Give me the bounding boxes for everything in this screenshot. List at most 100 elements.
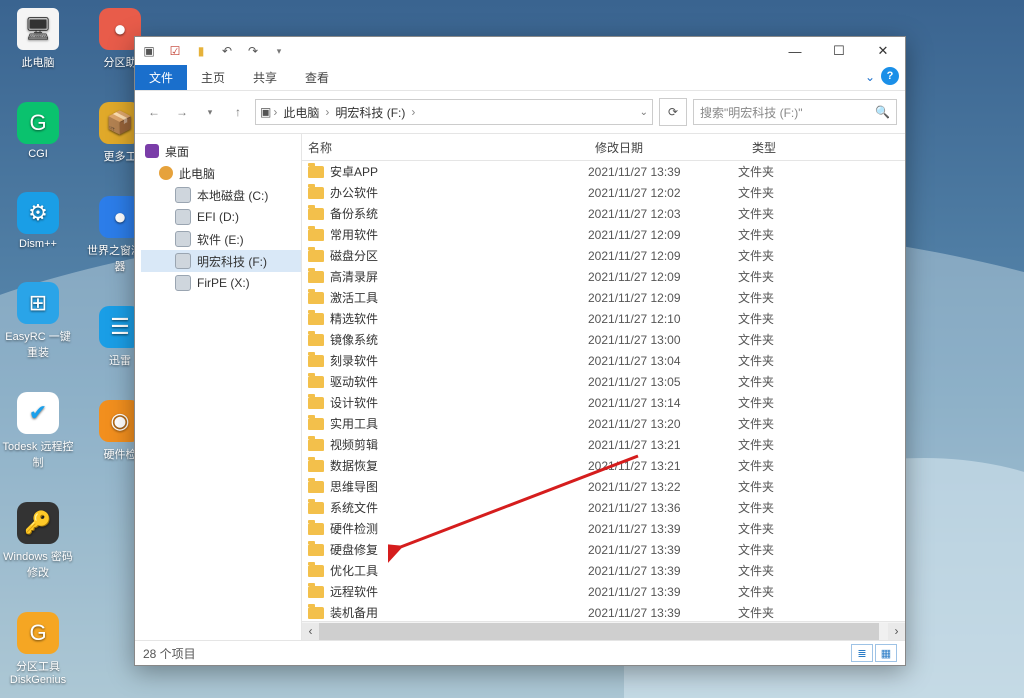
col-name[interactable]: 名称 <box>308 139 595 156</box>
folder-row[interactable]: 硬盘修复2021/11/27 13:39文件夹 <box>302 539 905 560</box>
scroll-left-icon[interactable]: ‹ <box>302 623 319 640</box>
folder-row[interactable]: 设计软件2021/11/27 13:14文件夹 <box>302 392 905 413</box>
desktop-icon[interactable]: ⊞EasyRC 一键重装 <box>0 282 76 360</box>
ribbon-collapse-icon[interactable]: ⌄ <box>865 70 875 84</box>
desktop-icon[interactable]: G分区工具 DiskGenius <box>0 612 76 686</box>
folder-row[interactable]: 高清录屏2021/11/27 12:09文件夹 <box>302 266 905 287</box>
tree-drive[interactable]: 本地磁盘 (C:) <box>141 184 301 206</box>
breadcrumb-root[interactable]: 此电脑 <box>279 102 323 123</box>
horizontal-scrollbar[interactable]: ‹ › <box>302 621 905 640</box>
qat-newfolder-icon[interactable]: ▮ <box>193 43 209 59</box>
scroll-thumb[interactable] <box>319 623 879 640</box>
folder-row[interactable]: 实用工具2021/11/27 13:20文件夹 <box>302 413 905 434</box>
folder-type: 文件夹 <box>738 247 774 264</box>
nav-tree[interactable]: 桌面 此电脑 本地磁盘 (C:)EFI (D:)软件 (E:) 明宏科技 (F:)… <box>135 134 302 640</box>
folder-type: 文件夹 <box>738 352 774 369</box>
folder-date: 2021/11/27 13:39 <box>588 585 738 599</box>
title-bar[interactable]: ▣ ☑ ▮ ↶ ↷ ▾ — ☐ ✕ <box>135 37 905 65</box>
nav-up-button[interactable]: ↑ <box>227 101 249 123</box>
folder-type: 文件夹 <box>738 520 774 537</box>
breadcrumb[interactable]: ▣ › 此电脑 › 明宏科技 (F:) › ⌄ <box>255 99 653 125</box>
folder-row[interactable]: 思维导图2021/11/27 13:22文件夹 <box>302 476 905 497</box>
folder-type: 文件夹 <box>738 436 774 453</box>
qat-properties-icon[interactable]: ☑ <box>167 43 183 59</box>
folder-row[interactable]: 优化工具2021/11/27 13:39文件夹 <box>302 560 905 581</box>
folder-row[interactable]: 安卓APP2021/11/27 13:39文件夹 <box>302 161 905 182</box>
folder-row[interactable]: 刻录软件2021/11/27 13:04文件夹 <box>302 350 905 371</box>
folder-icon <box>308 271 324 283</box>
folder-row[interactable]: 备份系统2021/11/27 12:03文件夹 <box>302 203 905 224</box>
breadcrumb-drive[interactable]: 明宏科技 (F:) <box>331 102 409 123</box>
tab-share[interactable]: 共享 <box>239 65 291 90</box>
desktop-icon[interactable]: GCGI <box>0 102 76 160</box>
drive-label: 明宏科技 (F:) <box>197 253 267 270</box>
folder-row[interactable]: 镜像系统2021/11/27 13:00文件夹 <box>302 329 905 350</box>
folder-icon <box>308 166 324 178</box>
tree-drive[interactable]: FirPE (X:) <box>141 272 301 294</box>
desktop-icon[interactable]: ⚙Dism++ <box>0 192 76 250</box>
folder-icon <box>308 502 324 514</box>
folder-icon <box>308 292 324 304</box>
col-date[interactable]: 修改日期 <box>595 139 752 156</box>
close-button[interactable]: ✕ <box>861 37 905 65</box>
folder-row[interactable]: 精选软件2021/11/27 12:10文件夹 <box>302 308 905 329</box>
file-explorer-window: ▣ ☑ ▮ ↶ ↷ ▾ — ☐ ✕ 文件 主页 共享 查看 ⌄ ? ← → ▾ <box>134 36 906 666</box>
nav-history-dropdown[interactable]: ▾ <box>199 101 221 123</box>
folder-name: 激活工具 <box>330 289 588 306</box>
folder-name: 备份系统 <box>330 205 588 222</box>
folder-name: 刻录软件 <box>330 352 588 369</box>
folder-date: 2021/11/27 13:39 <box>588 165 738 179</box>
drive-icon <box>175 275 191 291</box>
tab-file[interactable]: 文件 <box>135 65 187 90</box>
folder-type: 文件夹 <box>738 184 774 201</box>
refresh-button[interactable]: ⟳ <box>659 98 687 126</box>
tab-view[interactable]: 查看 <box>291 65 343 90</box>
desktop-icon[interactable]: ✔Todesk 远程控制 <box>0 392 76 470</box>
folder-row[interactable]: 数据恢复2021/11/27 13:21文件夹 <box>302 455 905 476</box>
minimize-button[interactable]: — <box>773 37 817 65</box>
folder-icon <box>308 523 324 535</box>
folder-row[interactable]: 远程软件2021/11/27 13:39文件夹 <box>302 581 905 602</box>
column-headers[interactable]: 名称 修改日期 类型 <box>302 134 905 161</box>
tree-desktop[interactable]: 桌面 <box>141 140 301 162</box>
drive-label: FirPE (X:) <box>197 276 250 290</box>
folder-row[interactable]: 办公软件2021/11/27 12:02文件夹 <box>302 182 905 203</box>
nav-forward-button[interactable]: → <box>171 101 193 123</box>
folder-row[interactable]: 驱动软件2021/11/27 13:05文件夹 <box>302 371 905 392</box>
nav-back-button[interactable]: ← <box>143 101 165 123</box>
folder-row[interactable]: 系统文件2021/11/27 13:36文件夹 <box>302 497 905 518</box>
qat-redo-icon[interactable]: ↷ <box>245 43 261 59</box>
folder-row[interactable]: 磁盘分区2021/11/27 12:09文件夹 <box>302 245 905 266</box>
tab-home[interactable]: 主页 <box>187 65 239 90</box>
folder-row[interactable]: 装机备用2021/11/27 13:39文件夹 <box>302 602 905 621</box>
search-input[interactable]: 搜索"明宏科技 (F:)" 🔍 <box>693 99 897 125</box>
col-type[interactable]: 类型 <box>752 139 839 156</box>
breadcrumb-dropdown-icon[interactable]: ⌄ <box>640 107 648 118</box>
app-label: 分区助 <box>104 54 137 70</box>
view-icons-icon[interactable]: ▦ <box>875 644 897 662</box>
folder-name: 思维导图 <box>330 478 588 495</box>
scroll-right-icon[interactable]: › <box>888 623 905 640</box>
tree-drive[interactable]: EFI (D:) <box>141 206 301 228</box>
tree-drive[interactable]: 软件 (E:) <box>141 228 301 250</box>
view-details-icon[interactable]: ≣ <box>851 644 873 662</box>
folder-type: 文件夹 <box>738 310 774 327</box>
app-label: Todesk 远程控制 <box>0 438 76 470</box>
maximize-button[interactable]: ☐ <box>817 37 861 65</box>
qat-dropdown-icon[interactable]: ▾ <box>271 43 287 59</box>
file-list[interactable]: 安卓APP2021/11/27 13:39文件夹办公软件2021/11/27 1… <box>302 161 905 621</box>
folder-icon <box>308 355 324 367</box>
folder-row[interactable]: 常用软件2021/11/27 12:09文件夹 <box>302 224 905 245</box>
tree-drive[interactable]: 明宏科技 (F:) <box>141 250 301 272</box>
folder-row[interactable]: 激活工具2021/11/27 12:09文件夹 <box>302 287 905 308</box>
app-label: Windows 密码修改 <box>0 548 76 580</box>
folder-name: 驱动软件 <box>330 373 588 390</box>
qat-undo-icon[interactable]: ↶ <box>219 43 235 59</box>
desktop-icon[interactable]: 🖥此电脑 <box>0 8 76 70</box>
tree-thispc[interactable]: 此电脑 <box>141 162 301 184</box>
help-icon[interactable]: ? <box>881 67 899 85</box>
desktop-icon[interactable]: 🔑Windows 密码修改 <box>0 502 76 580</box>
folder-row[interactable]: 硬件检测2021/11/27 13:39文件夹 <box>302 518 905 539</box>
app-icon: ⚙ <box>17 192 59 234</box>
folder-row[interactable]: 视频剪辑2021/11/27 13:21文件夹 <box>302 434 905 455</box>
